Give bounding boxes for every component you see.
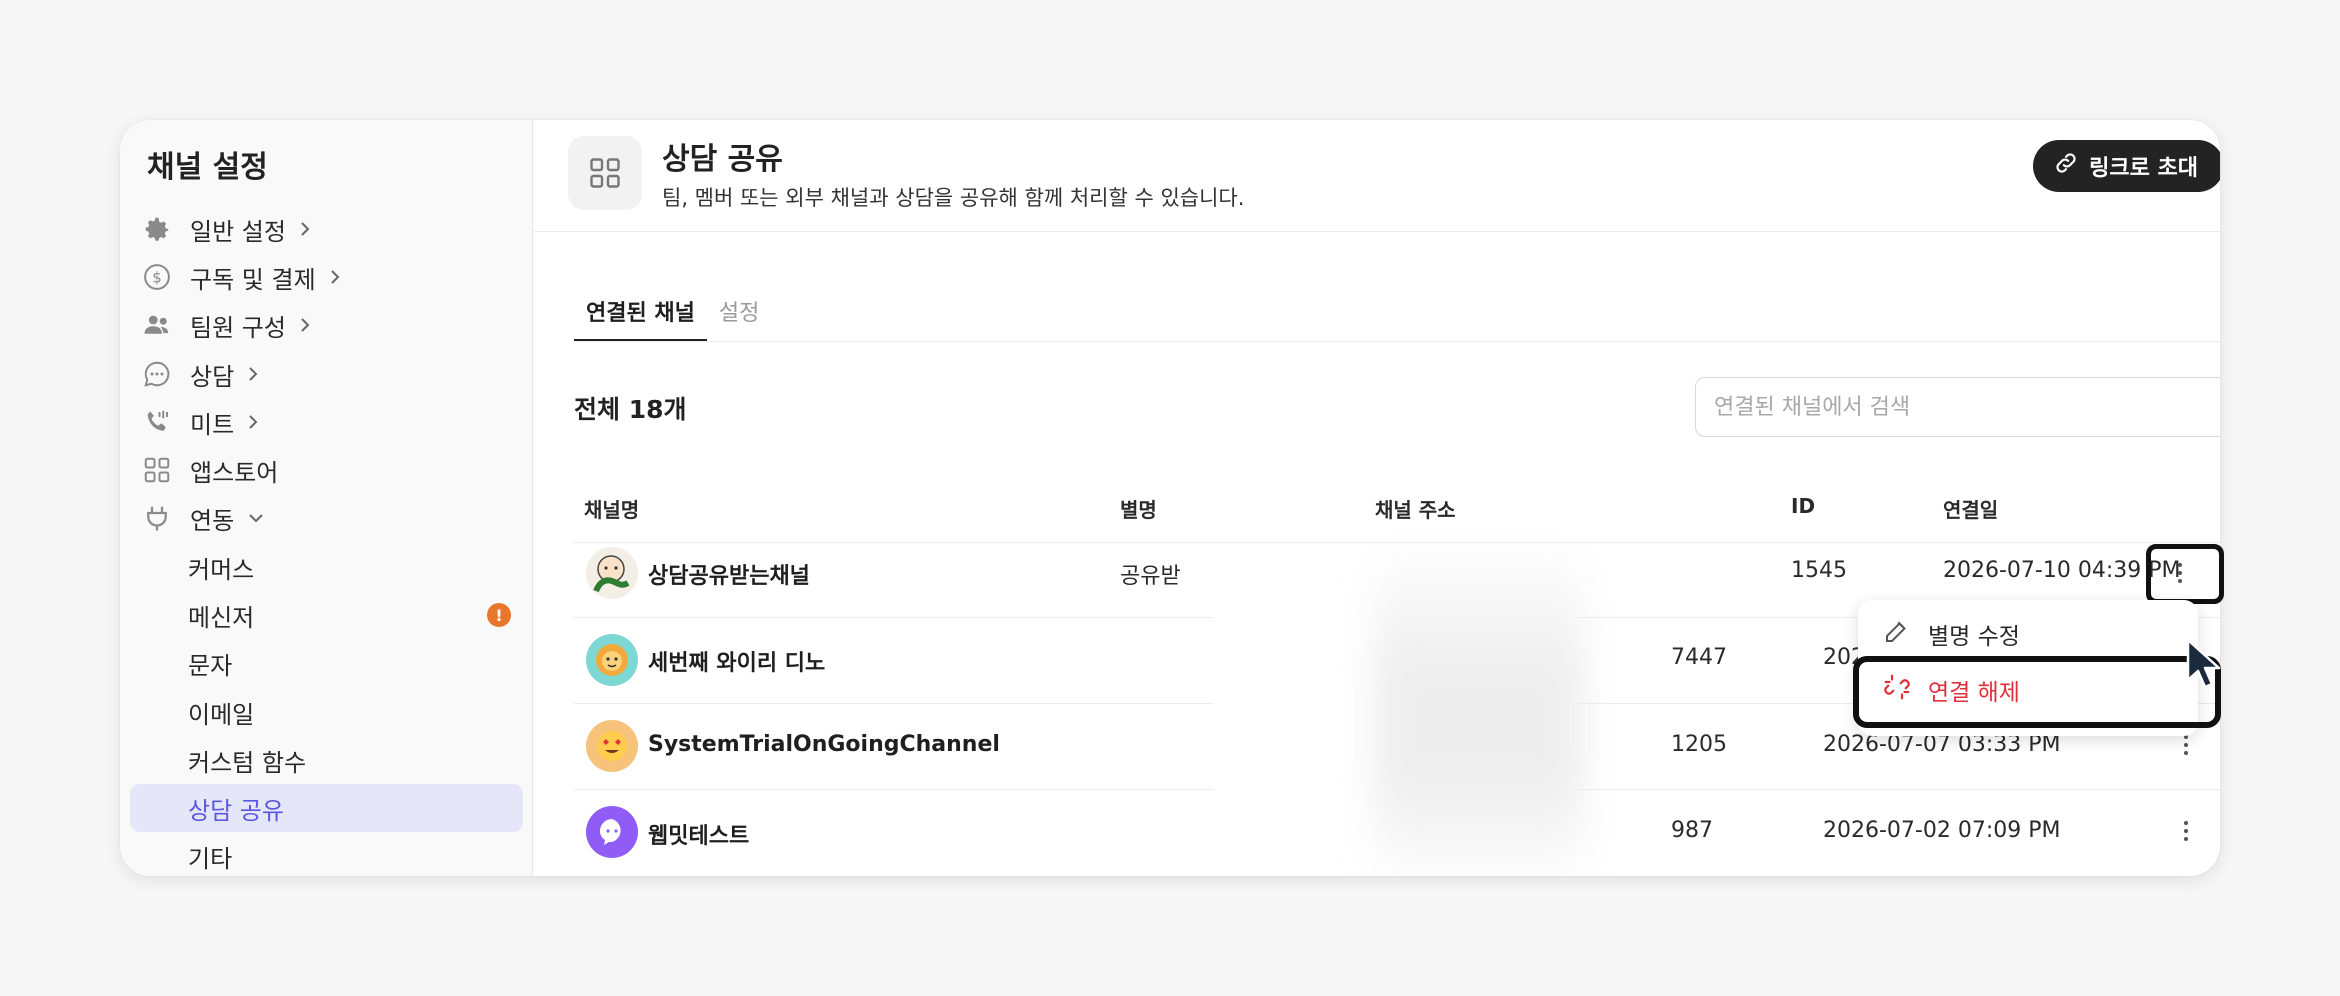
sidebar-item-integrations[interactable]: 연동 [130, 494, 523, 542]
channel-avatar [586, 547, 638, 599]
row-divider [574, 617, 1214, 618]
phone-icon [140, 405, 174, 439]
kebab-icon [2178, 563, 2182, 583]
settings-window: 채널 설정 일반 설정 $ 구독 및 결제 팀원 구성 상담 미트 앱스토어 연… [120, 120, 2220, 876]
sidebar-subitem-label: 상담 공유 [188, 796, 284, 825]
chevron-right-icon [246, 412, 260, 432]
chevron-right-icon [328, 267, 342, 287]
edit-icon [1882, 616, 1912, 652]
more-options-button[interactable] [2163, 551, 2197, 595]
chevron-right-icon [298, 315, 312, 335]
table-body: 상담공유받는채널 공유받 1545 2026-07-10 04:39 PM [534, 120, 2220, 876]
sidebar-subitem-label: 기타 [188, 844, 233, 873]
sidebar-subitem-label: 이메일 [188, 700, 255, 729]
channel-nickname: 공유받 [1120, 564, 1181, 589]
sidebar-item-label: 상담 [190, 362, 235, 391]
sidebar-item-label: 연동 [190, 506, 235, 535]
channel-name[interactable]: 세번째 와이리 디노 [648, 645, 825, 677]
sidebar-subitem-email[interactable]: 이메일 [130, 688, 523, 736]
sidebar-subitem-label: 커스텀 함수 [188, 748, 307, 777]
menu-item-disconnect[interactable]: 연결 해제 [1858, 662, 2198, 718]
unlink-icon [1882, 672, 1912, 708]
sidebar-item-label: 구독 및 결제 [190, 265, 316, 294]
sidebar-item-consultation[interactable]: 상담 [130, 350, 523, 398]
sidebar-subitem-consultation-share[interactable]: 상담 공유 [130, 784, 523, 832]
sidebar-item-subscription[interactable]: $ 구독 및 결제 [130, 253, 523, 301]
people-icon [140, 308, 174, 342]
sidebar-subitem-label: 커머스 [188, 555, 255, 584]
sidebar-item-general-settings[interactable]: 일반 설정 [130, 205, 523, 253]
plug-icon [140, 501, 174, 535]
sidebar-subitem-label: 문자 [188, 651, 233, 680]
sidebar-subitem-custom-function[interactable]: 커스텀 함수 [130, 736, 523, 784]
chevron-down-icon [246, 511, 266, 525]
sidebar-subitem-label: 메신저 [188, 603, 255, 632]
gear-icon [140, 212, 174, 246]
sidebar-item-label: 앱스토어 [190, 458, 279, 487]
chat-bubble-icon [140, 357, 174, 391]
sidebar-subitem-commerce[interactable]: 커머스 [130, 543, 523, 591]
sidebar-subitem-sms[interactable]: 문자 [130, 639, 523, 687]
dollar-circle-icon: $ [140, 260, 174, 294]
kebab-icon [2184, 735, 2188, 755]
sidebar-title: 채널 설정 [147, 150, 268, 185]
sidebar-item-label: 미트 [190, 410, 235, 439]
more-options-button[interactable] [2169, 809, 2203, 853]
connected-date: 2026-07-10 04:39 PM [1943, 558, 2181, 583]
sidebar-item-app-store[interactable]: 앱스토어 [130, 446, 523, 494]
sidebar-item-label: 일반 설정 [190, 217, 286, 246]
sidebar-subitem-messenger[interactable]: 메신저 ! [130, 591, 523, 639]
channel-name[interactable]: 웹밋테스트 [648, 818, 749, 850]
kebab-icon [2184, 821, 2188, 841]
sidebar-subitem-other[interactable]: 기타 [130, 832, 523, 876]
sidebar: 채널 설정 일반 설정 $ 구독 및 결제 팀원 구성 상담 미트 앱스토어 연… [120, 120, 533, 876]
sidebar-item-meet[interactable]: 미트 [130, 398, 523, 446]
sidebar-item-label: 팀원 구성 [190, 313, 286, 342]
menu-item-label: 별명 수정 [1928, 624, 2020, 650]
sidebar-item-team[interactable]: 팀원 구성 [130, 301, 523, 349]
chevron-right-icon [298, 219, 312, 239]
grid-icon [140, 453, 174, 487]
chevron-right-icon [246, 364, 260, 384]
channel-name[interactable]: SystemTrialOnGoingChannel [648, 732, 1000, 757]
channel-id: 1545 [1791, 558, 1847, 583]
context-menu: 별명 수정 연결 해제 [1858, 600, 2198, 736]
svg-text:$: $ [152, 269, 162, 287]
channel-name[interactable]: 상담공유받는채널 [648, 558, 810, 590]
menu-item-label: 연결 해제 [1928, 680, 2020, 706]
alert-badge: ! [487, 603, 511, 627]
menu-item-edit-nickname[interactable]: 별명 수정 [1858, 606, 2198, 662]
